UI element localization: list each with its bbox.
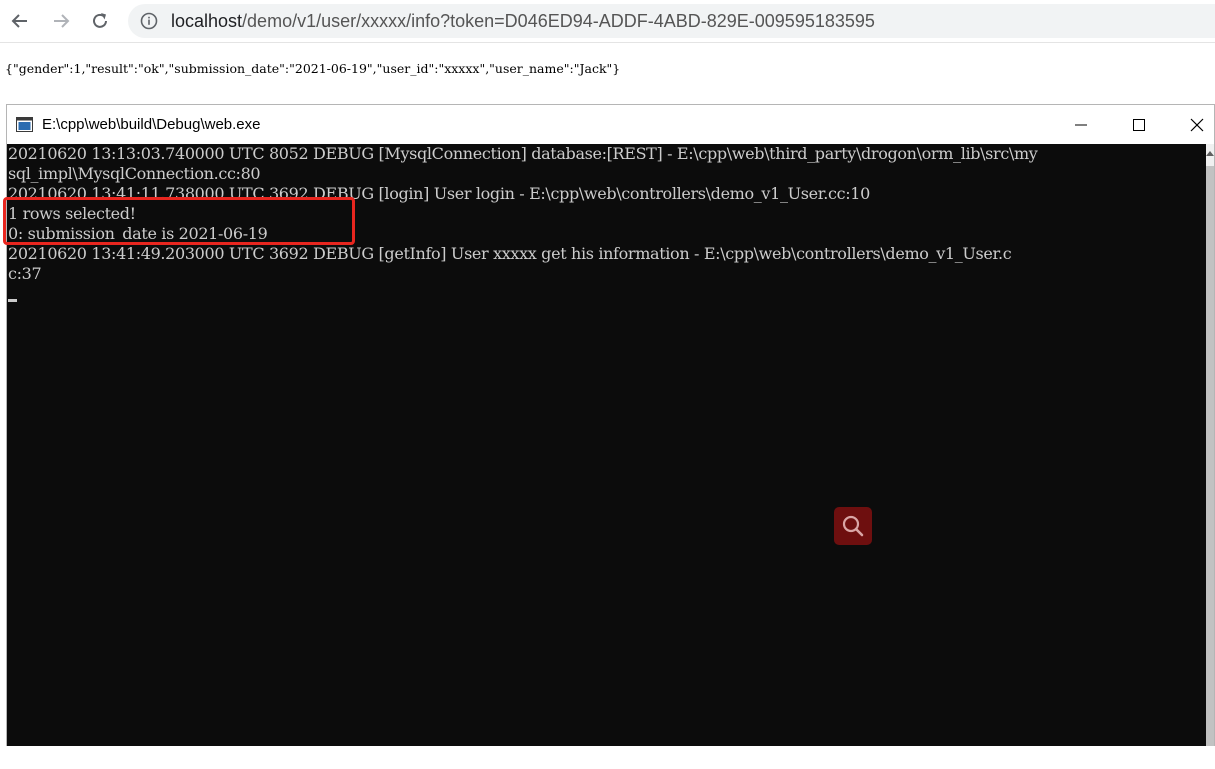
arrow-left-icon	[11, 14, 27, 28]
url-path: /demo/v1/user/xxxxx/info?token=D046ED94-…	[242, 11, 875, 31]
minimize-button[interactable]	[1052, 105, 1110, 144]
url-text[interactable]: localhost/demo/v1/user/xxxxx/info?token=…	[171, 9, 875, 33]
maximize-button[interactable]	[1110, 105, 1168, 144]
search-badge-button[interactable]	[834, 507, 872, 545]
browser-toolbar: localhost/demo/v1/user/xxxxx/info?token=…	[0, 0, 1215, 43]
console-line: 20210620 13:13:03.740000 UTC 8052 DEBUG …	[8, 144, 1038, 163]
console-title: E:\cpp\web\build\Debug\web.exe	[42, 116, 261, 133]
close-button[interactable]	[1168, 105, 1215, 144]
chevron-up-icon	[1206, 151, 1214, 156]
forward-button[interactable]	[49, 9, 73, 33]
reload-icon	[93, 13, 107, 28]
console-app-icon	[16, 117, 33, 132]
json-response-text: {"gender":1,"result":"ok","submission_da…	[5, 61, 621, 76]
minimize-icon	[1075, 124, 1087, 125]
maximize-icon	[1133, 118, 1145, 131]
scroll-thumb[interactable]	[1206, 166, 1214, 746]
scroll-up-button[interactable]	[1206, 144, 1214, 162]
info-icon[interactable]	[140, 12, 158, 30]
address-bar[interactable]: localhost/demo/v1/user/xxxxx/info?token=…	[128, 4, 1215, 38]
search-icon	[842, 515, 864, 537]
highlight-annotation-box	[3, 197, 355, 245]
console-scrollbar[interactable]	[1206, 144, 1214, 746]
console-line: sql_impl\MysqlConnection.cc:80	[8, 164, 261, 183]
arrow-right-icon	[54, 14, 70, 28]
console-titlebar[interactable]: E:\cpp\web\build\Debug\web.exe	[7, 105, 1214, 144]
text-cursor	[8, 299, 17, 302]
console-line: c:37	[8, 264, 42, 283]
url-host: localhost	[171, 11, 243, 31]
close-icon	[1190, 118, 1204, 131]
reload-button[interactable]	[88, 9, 112, 33]
back-button[interactable]	[8, 9, 32, 33]
console-line: 20210620 13:41:49.203000 UTC 3692 DEBUG …	[8, 244, 1012, 263]
